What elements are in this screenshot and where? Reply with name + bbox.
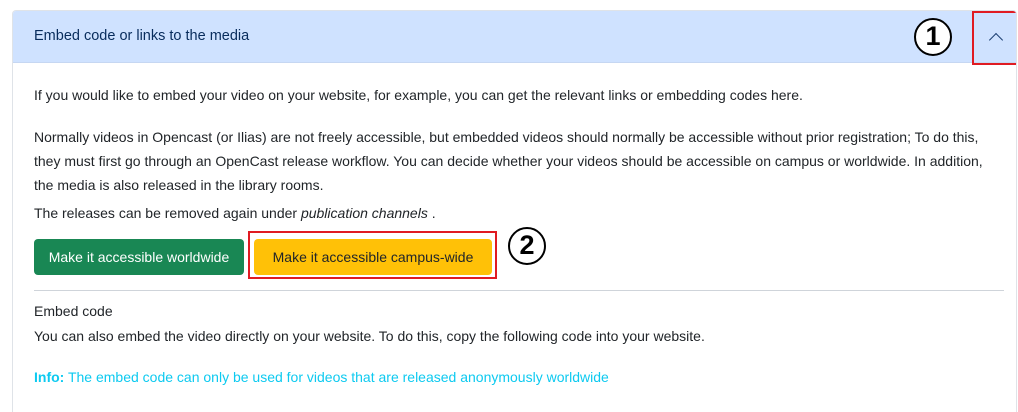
panel-title: Embed code or links to the media: [34, 28, 250, 44]
make-accessible-campus-wide-button[interactable]: Make it accessible campus-wide: [254, 239, 492, 275]
chevron-up-icon: [988, 32, 1004, 48]
make-accessible-worldwide-button[interactable]: Make it accessible worldwide: [34, 239, 244, 275]
intro-text: If you would like to embed your video on…: [34, 87, 803, 103]
publication-channels-link: publication channels: [300, 205, 428, 221]
releases-text: The releases can be removed again under …: [34, 201, 436, 225]
step-2-marker: 2: [508, 227, 546, 265]
step-1-marker: 1: [914, 18, 952, 56]
embed-code-title: Embed code: [34, 303, 113, 319]
panel-header[interactable]: Embed code or links to the media 1: [13, 11, 1016, 65]
info-text: The embed code can only be used for vide…: [64, 369, 609, 385]
collapse-button[interactable]: [972, 11, 1016, 65]
releases-suffix: .: [427, 205, 436, 221]
section-divider: [34, 290, 1004, 291]
embed-panel: Embed code or links to the media 1 If yo…: [12, 10, 1017, 412]
embed-info-note: Info: The embed code can only be used fo…: [34, 365, 609, 389]
embed-code-description: You can also embed the video directly on…: [34, 328, 705, 344]
releases-prefix: The releases can be removed again under: [34, 205, 301, 221]
access-explanation-text: Normally videos in Opencast (or Ilias) a…: [34, 129, 983, 193]
info-label: Info:: [34, 369, 65, 385]
